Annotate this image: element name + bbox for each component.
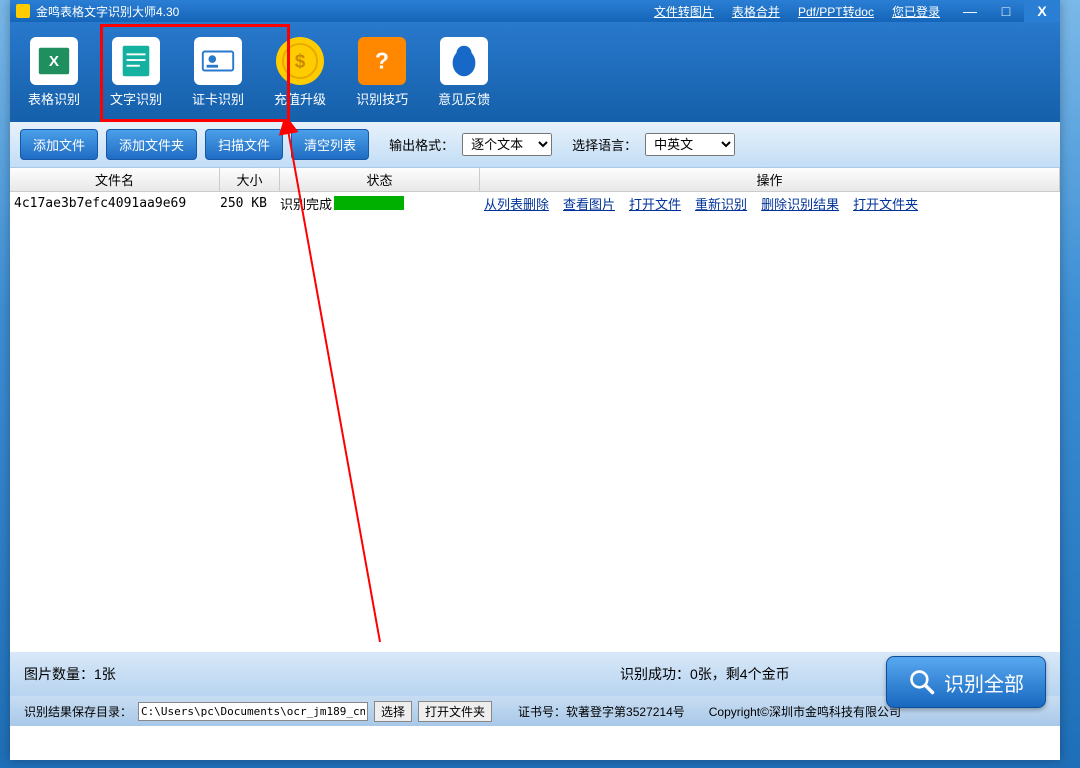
tool-card-ocr[interactable]: 证卡识别 xyxy=(192,37,244,108)
tool-text-ocr[interactable]: 文字识别 xyxy=(110,37,162,108)
op-delete-result[interactable]: 删除识别结果 xyxy=(761,194,839,213)
sub-toolbar: 添加文件 添加文件夹 扫描文件 清空列表 输出格式： 逐个文本 选择语言： 中英… xyxy=(10,122,1060,168)
footer-status: 图片数量：1张 识别成功：0张，剩4个金币 识别全部 xyxy=(10,652,1060,696)
col-status: 状态 xyxy=(280,168,480,191)
col-ops: 操作 xyxy=(480,168,1060,191)
cell-size: 250 KB xyxy=(220,196,280,211)
link-file-to-img[interactable]: 文件转图片 xyxy=(654,3,714,20)
col-size: 大小 xyxy=(220,168,280,191)
question-icon: ? xyxy=(358,37,406,85)
tool-feedback[interactable]: 意见反馈 xyxy=(438,37,490,108)
table-body: 4c17ae3b7efc4091aa9e69 250 KB 识别完成 从列表删除… xyxy=(10,192,1060,652)
app-icon xyxy=(16,4,30,18)
progress-bar xyxy=(334,196,404,210)
table-header: 文件名 大小 状态 操作 xyxy=(10,168,1060,192)
link-merge-tables[interactable]: 表格合并 xyxy=(732,3,780,20)
tool-table-ocr[interactable]: X 表格识别 xyxy=(28,37,80,108)
clear-list-button[interactable]: 清空列表 xyxy=(291,129,369,160)
certificate: 证书号：软著登字第3527214号 xyxy=(518,703,685,720)
add-folder-button[interactable]: 添加文件夹 xyxy=(106,129,197,160)
op-view-image[interactable]: 查看图片 xyxy=(563,194,615,213)
minimize-button[interactable]: — xyxy=(952,0,988,22)
titlebar-links: 文件转图片 表格合并 Pdf/PPT转doc 您已登录 xyxy=(654,3,940,20)
tool-label: 充值升级 xyxy=(274,89,326,108)
add-file-button[interactable]: 添加文件 xyxy=(20,129,98,160)
tool-recharge[interactable]: $ 充值升级 xyxy=(274,37,326,108)
copyright: Copyright©深圳市金鸣科技有限公司 xyxy=(709,703,901,720)
link-pdf-ppt-doc[interactable]: Pdf/PPT转doc xyxy=(798,3,874,20)
op-delete-from-list[interactable]: 从列表删除 xyxy=(484,194,549,213)
tool-label: 意见反馈 xyxy=(438,89,490,108)
tool-label: 表格识别 xyxy=(28,89,80,108)
output-format-label: 输出格式： xyxy=(389,135,454,154)
op-open-file[interactable]: 打开文件 xyxy=(629,194,681,213)
window-controls: — □ X xyxy=(952,0,1060,22)
language-select[interactable]: 中英文 xyxy=(645,133,735,156)
pic-count: 图片数量：1张 xyxy=(24,664,116,684)
choose-button[interactable]: 选择 xyxy=(374,701,412,722)
recognize-all-label: 识别全部 xyxy=(944,668,1024,697)
recognize-all-button[interactable]: 识别全部 xyxy=(886,656,1046,708)
open-folder-button[interactable]: 打开文件夹 xyxy=(418,701,492,722)
op-open-folder[interactable]: 打开文件夹 xyxy=(853,194,918,213)
table-row[interactable]: 4c17ae3b7efc4091aa9e69 250 KB 识别完成 从列表删除… xyxy=(10,192,1060,214)
app-window: 金鸣表格文字识别大师4.30 文件转图片 表格合并 Pdf/PPT转doc 您已… xyxy=(10,0,1060,760)
maximize-button[interactable]: □ xyxy=(988,0,1024,22)
id-card-icon xyxy=(194,37,242,85)
cell-status: 识别完成 xyxy=(280,194,480,213)
svg-text:?: ? xyxy=(375,47,389,73)
save-dir-label: 识别结果保存目录： xyxy=(24,703,132,720)
language-label: 选择语言： xyxy=(572,135,637,154)
link-logged-in[interactable]: 您已登录 xyxy=(892,3,940,20)
cell-filename: 4c17ae3b7efc4091aa9e69 xyxy=(10,196,220,211)
svg-text:X: X xyxy=(49,52,59,69)
coin-icon: $ xyxy=(276,37,324,85)
magnifier-icon xyxy=(908,668,936,696)
save-dir-input[interactable] xyxy=(138,702,368,721)
tool-label: 证卡识别 xyxy=(192,89,244,108)
main-toolbar: X 表格识别 文字识别 证卡识别 $ 充值升级 ? 识别技巧 意见反馈 xyxy=(10,22,1060,122)
close-button[interactable]: X xyxy=(1024,0,1060,22)
col-filename: 文件名 xyxy=(10,168,220,191)
excel-icon: X xyxy=(30,37,78,85)
status-text: 识别完成 xyxy=(280,194,332,213)
tool-tips[interactable]: ? 识别技巧 xyxy=(356,37,408,108)
penguin-icon xyxy=(440,37,488,85)
tool-label: 识别技巧 xyxy=(356,89,408,108)
cell-ops: 从列表删除 查看图片 打开文件 重新识别 删除识别结果 打开文件夹 xyxy=(480,194,1060,213)
tool-label: 文字识别 xyxy=(110,89,162,108)
op-re-recognize[interactable]: 重新识别 xyxy=(695,194,747,213)
svg-text:$: $ xyxy=(295,51,306,72)
document-icon xyxy=(112,37,160,85)
title-bar: 金鸣表格文字识别大师4.30 文件转图片 表格合并 Pdf/PPT转doc 您已… xyxy=(10,0,1060,22)
output-format-select[interactable]: 逐个文本 xyxy=(462,133,552,156)
scan-file-button[interactable]: 扫描文件 xyxy=(205,129,283,160)
result-status: 识别成功：0张，剩4个金币 xyxy=(620,664,790,684)
app-title: 金鸣表格文字识别大师4.30 xyxy=(36,3,179,20)
